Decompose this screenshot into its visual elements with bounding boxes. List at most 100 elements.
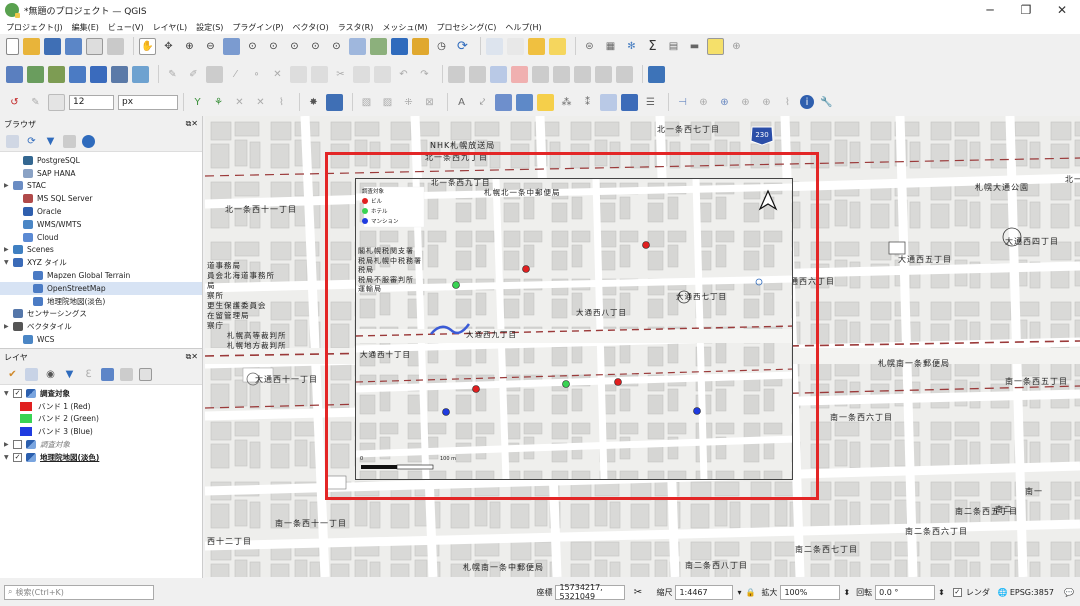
merge-features-icon[interactable] xyxy=(537,93,554,111)
add-point-icon[interactable]: ∘ xyxy=(248,66,265,83)
browser-item[interactable]: ▶ ベクタタイル xyxy=(0,320,202,333)
pan-icon[interactable]: ✋ xyxy=(139,37,156,55)
info-icon[interactable]: i xyxy=(800,95,814,109)
cut-icon[interactable]: ✂ xyxy=(332,66,349,83)
digitize-icon[interactable]: ⁄ xyxy=(227,66,244,83)
globe-icon[interactable]: 🌐 xyxy=(998,588,1008,597)
vertex-editor-icon[interactable]: ⊕ xyxy=(758,94,775,111)
refresh-icon[interactable]: ⟳ xyxy=(454,38,471,55)
expand-arrow-icon[interactable]: ▼ xyxy=(4,390,13,397)
add-selected-icon[interactable] xyxy=(6,135,19,148)
scale-field[interactable]: 1:4467 xyxy=(675,584,734,600)
paste-icon[interactable] xyxy=(374,65,391,83)
add-vector-layer-icon[interactable] xyxy=(27,65,44,83)
identify-features-icon[interactable] xyxy=(486,37,503,55)
annotation-line-icon[interactable]: Y xyxy=(189,94,206,111)
expand-arrow-icon[interactable]: ▶ xyxy=(4,246,13,253)
menu-item[interactable]: レイヤ(L) xyxy=(153,22,187,33)
attribute-table-icon[interactable]: ▦ xyxy=(602,38,619,55)
browser-item[interactable]: Mapzen Global Terrain xyxy=(0,269,202,282)
rotation-spin-icon[interactable]: ⬍ xyxy=(938,588,945,597)
measure-icon[interactable]: ⊜ xyxy=(581,38,598,55)
add-group-icon[interactable] xyxy=(25,368,38,381)
expand-arrow-icon[interactable]: ▼ xyxy=(4,454,13,461)
filter-icon[interactable]: ▼ xyxy=(44,135,57,148)
simplify-icon[interactable]: ⌇ xyxy=(779,94,796,111)
add-wms-icon[interactable] xyxy=(132,65,149,83)
open-project-icon[interactable] xyxy=(23,37,40,55)
font-size-input[interactable]: 12 xyxy=(69,94,114,110)
filter-expression-icon[interactable]: ℇ xyxy=(82,368,95,381)
messages-icon[interactable]: 💬 xyxy=(1064,588,1074,597)
fill-ring-icon[interactable] xyxy=(621,93,638,111)
browser-item[interactable]: 地理院地図(淡色) xyxy=(0,295,202,308)
menu-item[interactable]: 設定(S) xyxy=(196,22,223,33)
browser-item[interactable]: ▶ Scenes xyxy=(0,244,202,257)
scale-dropdown-icon[interactable]: ▾ xyxy=(737,588,741,597)
font-unit-select[interactable]: px xyxy=(118,94,178,110)
label-properties-icon[interactable] xyxy=(595,65,612,83)
magnifier-field[interactable]: 100% xyxy=(780,584,841,600)
label-abc-icon[interactable] xyxy=(490,65,507,83)
list-tool-icon[interactable]: ☰ xyxy=(642,94,659,111)
save-project-icon[interactable] xyxy=(44,37,61,55)
render-checkbox[interactable]: ✓ xyxy=(952,587,962,597)
data-source-manager-icon[interactable] xyxy=(6,65,23,83)
node-tool-icon[interactable]: ⊕ xyxy=(695,94,712,111)
label-move-icon[interactable] xyxy=(532,65,549,83)
filter-legend-icon[interactable]: ▼ xyxy=(63,368,76,381)
expand-arrow-icon[interactable]: ▶ xyxy=(4,441,13,448)
redo-icon[interactable]: ↷ xyxy=(416,66,433,83)
snapping-icon[interactable]: ⤦ xyxy=(474,94,491,111)
remove-layer-icon[interactable] xyxy=(139,368,152,381)
select-features-icon[interactable] xyxy=(507,37,524,55)
offset-curve-icon[interactable]: ⁑ xyxy=(579,94,596,111)
print-layout-icon[interactable] xyxy=(86,37,103,55)
annotation-shape-icon[interactable]: ⌇ xyxy=(273,94,290,111)
new-project-icon[interactable] xyxy=(6,37,19,55)
text-annotation-icon[interactable]: ✎ xyxy=(27,94,44,111)
layer-item[interactable]: バンド 2 (Green) xyxy=(0,413,202,426)
browser-item[interactable]: OpenStreetMap xyxy=(0,281,202,295)
browser-item[interactable]: WMS/WMTS xyxy=(0,218,202,231)
delete-selected-icon[interactable] xyxy=(311,65,328,83)
select-by-value-icon[interactable] xyxy=(549,37,566,55)
python-console-icon[interactable] xyxy=(648,65,665,83)
expand-all-icon[interactable] xyxy=(101,368,114,381)
shape-rect-icon[interactable]: ▨ xyxy=(379,94,396,111)
maximize-button[interactable]: ❐ xyxy=(1008,0,1044,20)
browser-item[interactable]: WCS xyxy=(0,333,202,346)
layer-item[interactable]: ▼ ✓ 地理院地図(淡色) xyxy=(0,451,202,464)
bookmark-icon[interactable] xyxy=(391,37,408,55)
layer-visibility-checkbox[interactable]: ✓ xyxy=(13,452,22,462)
browser-item[interactable]: Oracle xyxy=(0,205,202,218)
multi-edit-icon[interactable] xyxy=(290,65,307,83)
layer-visibility-checkbox[interactable]: ✓ xyxy=(13,388,22,398)
zoom-last-icon[interactable]: ⊙ xyxy=(307,38,324,55)
browser-item[interactable]: SAP HANA xyxy=(0,167,202,180)
menu-item[interactable]: ビュー(V) xyxy=(108,22,144,33)
pan-to-selection-icon[interactable]: ✥ xyxy=(160,38,177,55)
layer-visibility-checkbox[interactable] xyxy=(13,440,22,450)
menu-item[interactable]: メッシュ(M) xyxy=(382,22,427,33)
expand-arrow-icon[interactable]: ▼ xyxy=(4,259,13,266)
collapse-all-layers-icon[interactable] xyxy=(120,368,133,381)
menu-item[interactable]: ベクタ(O) xyxy=(293,22,329,33)
split-features-icon[interactable] xyxy=(516,93,533,111)
menu-item[interactable]: プロジェクト(J) xyxy=(6,22,63,33)
temporal-controller-icon[interactable]: ◷ xyxy=(433,38,450,55)
table-icon[interactable]: ▤ xyxy=(665,38,682,55)
properties-icon[interactable] xyxy=(82,135,95,148)
add-raster-layer-icon[interactable] xyxy=(48,65,65,83)
help-book-icon[interactable] xyxy=(326,93,343,111)
collapse-all-icon[interactable] xyxy=(63,135,76,148)
save-edits-icon[interactable] xyxy=(206,65,223,83)
browser-item[interactable]: MS SQL Server xyxy=(0,192,202,205)
refresh-browser-icon[interactable]: ⟳ xyxy=(25,135,38,148)
panel-float-close-icon[interactable]: ⧉✕ xyxy=(186,352,198,362)
copy-icon[interactable] xyxy=(353,65,370,83)
zoom-in-icon[interactable]: ⊕ xyxy=(181,38,198,55)
measure-line-icon[interactable]: ▬ xyxy=(686,38,703,55)
crs-button[interactable]: EPSG:3857 xyxy=(1010,588,1054,597)
menu-item[interactable]: ラスタ(R) xyxy=(338,22,374,33)
